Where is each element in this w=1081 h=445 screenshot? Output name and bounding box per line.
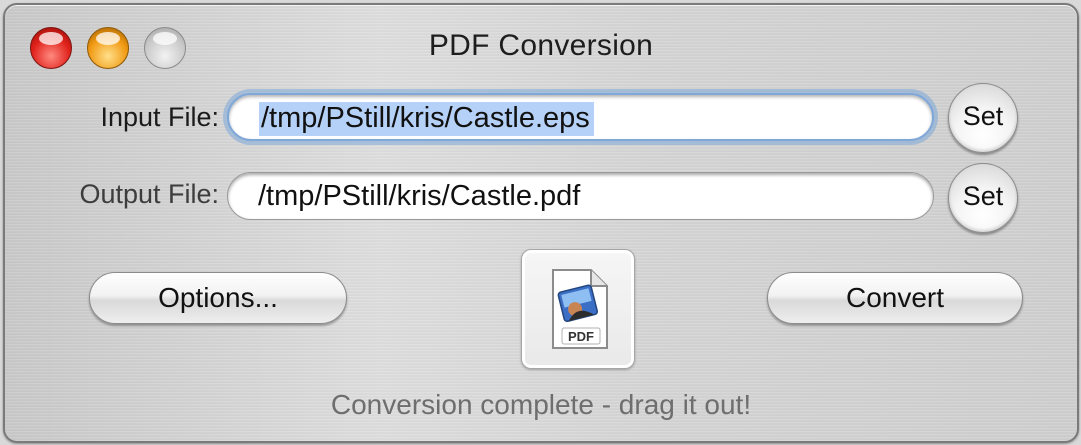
- convert-button[interactable]: Convert: [767, 272, 1023, 324]
- pdf-document-icon: PDF: [552, 269, 608, 349]
- status-message: Conversion complete - drag it out!: [330, 389, 752, 420]
- pdf-drag-well[interactable]: PDF: [521, 249, 635, 369]
- pdf-conversion-window: PDF Conversion Input File: /tmp/PStill/k…: [3, 3, 1079, 443]
- set-input-file-button[interactable]: Set: [948, 83, 1018, 153]
- input-file-label: Input File:: [100, 102, 219, 132]
- set-output-file-button[interactable]: Set: [948, 163, 1018, 233]
- input-file-field[interactable]: /tmp/PStill/kris/Castle.eps: [227, 93, 934, 141]
- pdf-badge-text: PDF: [568, 329, 594, 344]
- output-file-value: /tmp/PStill/kris/Castle.pdf: [258, 180, 581, 212]
- output-file-label: Output File:: [79, 179, 219, 209]
- input-file-value: /tmp/PStill/kris/Castle.eps: [259, 102, 594, 136]
- options-button[interactable]: Options...: [89, 272, 347, 324]
- window-title: PDF Conversion: [428, 29, 654, 62]
- output-file-field[interactable]: /tmp/PStill/kris/Castle.pdf: [227, 172, 934, 220]
